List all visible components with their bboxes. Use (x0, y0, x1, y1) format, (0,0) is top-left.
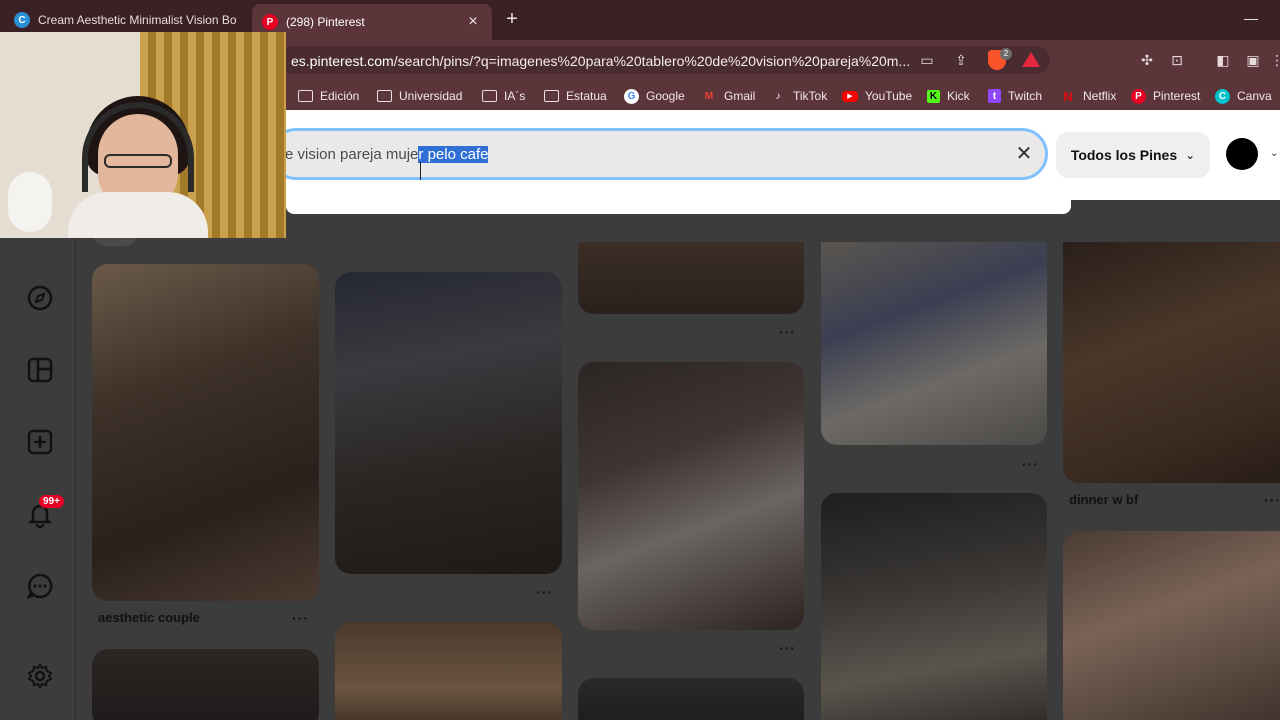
bookmark-canva[interactable]: C Canva (1215, 87, 1272, 105)
tab-pinterest[interactable]: P (298) Pinterest × (252, 4, 492, 40)
pin-title[interactable]: dinner w bf (1069, 492, 1138, 507)
folder-icon (482, 90, 497, 102)
share-icon[interactable]: ⇪ (952, 51, 970, 69)
text-cursor-icon (420, 162, 428, 180)
search-query: e vision pareja mujer pelo cafe (285, 146, 489, 163)
brave-rewards-icon[interactable] (1022, 52, 1040, 67)
reading-list-icon[interactable]: ⊡ (1168, 51, 1186, 69)
pin-image[interactable] (92, 649, 319, 720)
avatar[interactable] (1226, 138, 1258, 170)
minimize-window-icon[interactable]: — (1244, 10, 1258, 26)
tab-canva[interactable]: C Cream Aesthetic Minimalist Vision Bo (4, 6, 248, 34)
boards-icon[interactable] (26, 356, 54, 384)
account-chevron-down-icon[interactable]: ⌄ (1270, 148, 1278, 159)
pin-more-options[interactable]: ··· (292, 610, 309, 626)
pin-image[interactable] (335, 272, 562, 574)
brave-shields-badge: 2 (1000, 48, 1012, 60)
tiktok-icon: ♪ (775, 90, 781, 102)
pin-image[interactable] (92, 264, 319, 601)
pin-image[interactable] (1063, 531, 1280, 720)
pin-more-options[interactable]: ··· (1264, 492, 1280, 508)
bookmark-label: Gmail (724, 89, 756, 103)
google-icon: G (624, 88, 639, 104)
url-text: es.pinterest.com/search/pins/?q=imagenes… (291, 53, 911, 69)
webcam-overlay (0, 32, 286, 238)
pinterest-icon: P (262, 14, 278, 30)
bookmark-label: IA´s (504, 89, 526, 103)
pin-image[interactable] (335, 622, 562, 720)
bookmark-label: Pinterest (1153, 89, 1201, 103)
bookmark-label: Netflix (1083, 89, 1117, 103)
bookmark-youtube[interactable]: ▶ YouTube (842, 87, 912, 105)
bookmark-label: Kick (947, 89, 970, 103)
pin-image[interactable] (821, 493, 1047, 720)
bookmark-label: Estatua (566, 89, 607, 103)
bookmark-google[interactable]: G Google (624, 87, 685, 105)
netflix-icon: N (1063, 88, 1073, 104)
canva-icon: C (14, 12, 30, 28)
search-selection: r pelo cafe (418, 146, 489, 163)
tab-title: Cream Aesthetic Minimalist Vision Bo (38, 13, 237, 27)
new-tab-button[interactable]: + (502, 9, 522, 29)
bookmark-pinterest[interactable]: P Pinterest (1131, 87, 1200, 105)
bookmark-label: TikTok (793, 89, 828, 103)
menu-icon[interactable]: ⋮ (1268, 51, 1280, 69)
bookmark-label: YouTube (865, 89, 913, 103)
search-input[interactable]: e vision pareja mujer pelo cafe ✕ (270, 128, 1048, 180)
bookmark-twitch[interactable]: t Twitch (988, 87, 1042, 105)
pin-more-options[interactable]: ··· (779, 640, 796, 656)
folder-icon (298, 90, 313, 102)
create-icon[interactable] (26, 428, 54, 456)
webcam-plush (8, 172, 52, 232)
youtube-icon: ▶ (842, 90, 858, 102)
filter-label: Todos los Pines (1070, 147, 1178, 163)
pin-image[interactable] (1063, 242, 1280, 483)
pinterest-icon: P (1131, 88, 1146, 104)
pin-image[interactable] (578, 242, 804, 314)
messages-icon[interactable] (26, 572, 54, 600)
notifications-badge: 99+ (39, 495, 64, 508)
bookmark-edicion[interactable]: Edición (298, 87, 359, 105)
pin-image[interactable] (578, 362, 804, 630)
bookmark-label: Twitch (1008, 89, 1043, 103)
webcam-person-shirt (68, 192, 208, 238)
bookmark-label: Edición (320, 89, 360, 103)
pin-image[interactable] (578, 678, 804, 720)
explore-icon[interactable] (26, 284, 54, 312)
bookmark-tiktok[interactable]: ♪ TikTok (770, 87, 828, 105)
pin-image[interactable] (821, 242, 1047, 445)
gmail-icon: M (704, 90, 714, 102)
close-tab-icon[interactable]: × (464, 13, 482, 31)
bookmark-label: Universidad (399, 89, 463, 103)
extensions-icon[interactable]: ✣ (1138, 51, 1156, 69)
chevron-down-icon: ⌄ (1185, 148, 1196, 162)
sidebar-toggle-icon[interactable]: ◧ (1214, 51, 1232, 69)
wallet-icon[interactable]: ▣ (1244, 51, 1262, 69)
pin-title[interactable]: aesthetic couple (98, 610, 200, 625)
bookmark-estatua[interactable]: Estatua (544, 87, 607, 105)
folder-icon (544, 90, 559, 102)
canva-icon: C (1215, 88, 1230, 104)
bookmark-label: Canva (1237, 89, 1272, 103)
install-app-icon[interactable]: ▭ (918, 51, 936, 69)
clear-search-icon[interactable]: ✕ (1013, 143, 1035, 165)
pin-more-options[interactable]: ··· (1022, 456, 1039, 472)
bookmark-kick[interactable]: K Kick (927, 87, 970, 105)
settings-icon[interactable] (26, 662, 54, 690)
folder-icon (377, 90, 392, 102)
pin-more-options[interactable]: ··· (536, 584, 553, 600)
tab-title: (298) Pinterest (286, 15, 365, 29)
kick-icon: K (927, 89, 940, 103)
bookmark-universidad[interactable]: Universidad (377, 87, 462, 105)
bookmark-gmail[interactable]: M Gmail (701, 87, 756, 105)
search-suggestions-panel (286, 180, 1071, 214)
bookmark-netflix[interactable]: N Netflix (1060, 87, 1116, 105)
pin-filter-dropdown[interactable]: Todos los Pines ⌄ (1056, 132, 1210, 178)
twitch-icon: t (988, 89, 1001, 103)
pin-more-options[interactable]: ··· (779, 324, 796, 340)
bookmark-label: Google (646, 89, 685, 103)
bookmark-ias[interactable]: IA´s (482, 87, 525, 105)
